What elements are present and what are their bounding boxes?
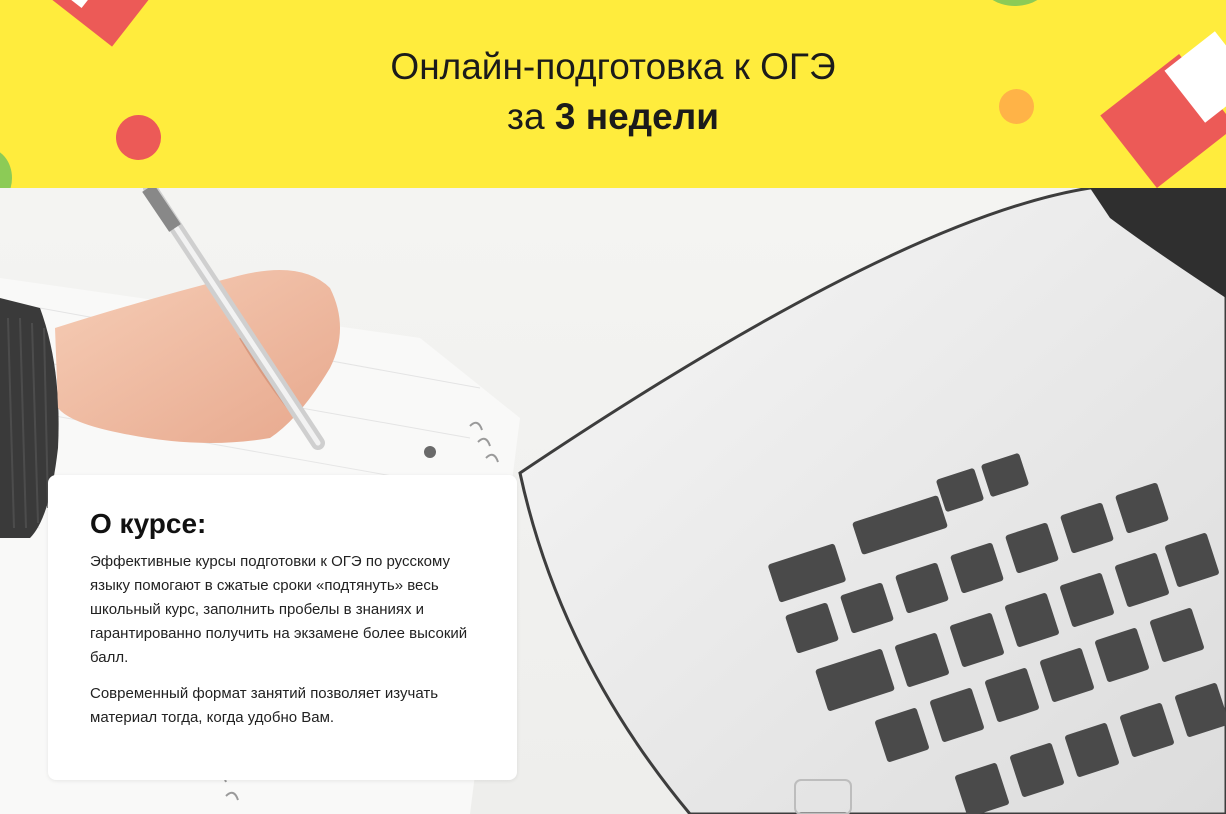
about-paragraph-1: Эффективные курсы подготовки к ОГЭ по ру… [90, 553, 468, 666]
green-circle-decoration [0, 148, 12, 188]
title-duration: 3 недели [554, 96, 719, 137]
title-line-1: Онлайн-подготовка к ОГЭ [390, 46, 836, 87]
laptop [518, 188, 1226, 814]
title-prefix: за [507, 96, 545, 137]
about-course-card: О курсе: Эффективные курсы подготовки к … [48, 475, 517, 780]
page-title: Онлайн-подготовка к ОГЭ за 3 недели [0, 42, 1226, 142]
about-heading: О курсе: [90, 508, 207, 539]
green-circle-decoration [980, 0, 1050, 6]
about-paragraph-2: Современный формат занятий позволяет изу… [90, 685, 439, 726]
title-line-2: за 3 недели [0, 92, 1226, 142]
hero-banner: Онлайн-подготовка к ОГЭ за 3 недели [0, 0, 1226, 188]
red-square-decoration [42, 0, 162, 47]
